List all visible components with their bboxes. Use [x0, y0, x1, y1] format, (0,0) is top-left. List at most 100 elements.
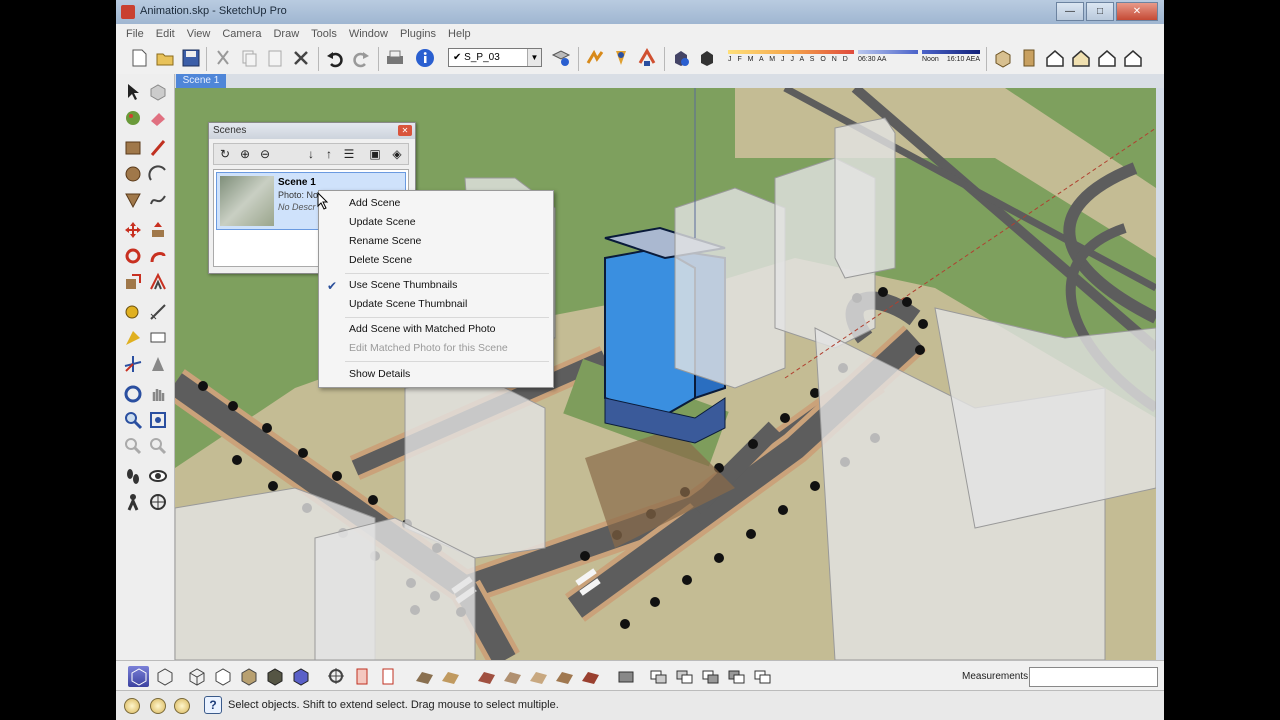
menu-camera[interactable]: Camera — [216, 28, 267, 40]
left-view-button[interactable] — [1096, 47, 1118, 69]
polygon-tool[interactable] — [123, 190, 143, 210]
follow-me-tool[interactable] — [148, 246, 168, 266]
menu-edit[interactable]: Edit — [150, 28, 181, 40]
shadow-tool-1[interactable] — [616, 666, 637, 687]
axes-tool[interactable] — [123, 354, 143, 374]
view-options-icon[interactable]: ☰ — [342, 147, 356, 161]
orbit-tool[interactable] — [123, 384, 143, 404]
circle-tool[interactable] — [123, 164, 143, 184]
layers-button[interactable] — [550, 47, 572, 69]
section-plane-tool[interactable] — [148, 492, 168, 512]
components-button[interactable] — [1018, 47, 1040, 69]
view-tool-2[interactable] — [674, 666, 695, 687]
copy-button[interactable] — [238, 47, 260, 69]
text-tool[interactable] — [148, 328, 168, 348]
zoom-extents-tool[interactable] — [148, 436, 168, 456]
save-button[interactable] — [180, 47, 202, 69]
section-fill-button[interactable] — [352, 666, 373, 687]
menu-window[interactable]: Window — [343, 28, 394, 40]
sandbox-tool-4[interactable] — [502, 666, 523, 687]
arc-tool[interactable] — [148, 164, 168, 184]
menu-draw[interactable]: Draw — [267, 28, 305, 40]
view-tool-3[interactable] — [700, 666, 721, 687]
make-component-tool[interactable] — [148, 82, 168, 102]
lock-icon[interactable]: ▣ — [368, 147, 382, 161]
menu-help[interactable]: Help — [442, 28, 477, 40]
right-view-button[interactable] — [1122, 47, 1144, 69]
menu-plugins[interactable]: Plugins — [394, 28, 442, 40]
camera-tool-1-button[interactable] — [584, 47, 606, 69]
wireframe-button[interactable] — [186, 666, 207, 687]
3d-text-tool[interactable] — [148, 354, 168, 374]
menu-file[interactable]: File — [120, 28, 150, 40]
xray-style-button[interactable] — [128, 666, 149, 687]
pan-tool[interactable] — [148, 384, 168, 404]
line-tool[interactable] — [148, 138, 168, 158]
shadows-toggle-button[interactable] — [670, 47, 692, 69]
freehand-tool[interactable] — [148, 190, 168, 210]
rectangle-tool[interactable] — [123, 138, 143, 158]
geo-location-icon[interactable] — [124, 698, 140, 714]
shadow-month-slider[interactable]: J F M A M J J A S O N D — [728, 50, 854, 68]
tape-measure-tool[interactable] — [123, 302, 143, 322]
back-view-button[interactable] — [1070, 47, 1092, 69]
paint-bucket-tool[interactable] — [123, 108, 143, 128]
menu-item-add-scene[interactable]: Add Scene — [349, 197, 400, 209]
open-file-button[interactable] — [154, 47, 176, 69]
minimize-button[interactable]: — — [1056, 2, 1084, 21]
measurements-input[interactable] — [1029, 667, 1158, 687]
new-file-button[interactable] — [128, 47, 150, 69]
sandbox-tool-2[interactable] — [440, 666, 461, 687]
credits-icon[interactable] — [150, 698, 166, 714]
menu-item-update-scene-thumbnail[interactable]: Update Scene Thumbnail — [349, 298, 467, 310]
menu-item-use-scene-thumbnails[interactable]: Use Scene Thumbnails — [349, 279, 457, 291]
menu-tools[interactable]: Tools — [305, 28, 343, 40]
menu-item-delete-scene[interactable]: Delete Scene — [349, 254, 412, 266]
3d-viewport[interactable]: Scenes ✕ ↻ ⊕ ⊖ ↓ ↑ ☰ ▣ ◈ Scene 1 Photo: … — [175, 88, 1156, 660]
walk-tool[interactable] — [123, 466, 143, 486]
fog-toggle-button[interactable] — [696, 47, 718, 69]
move-tool[interactable] — [123, 220, 143, 240]
refresh-icon[interactable]: ↻ — [218, 147, 232, 161]
menu-item-show-details[interactable]: Show Details — [349, 368, 410, 380]
shadow-time-slider-afternoon[interactable]: Noon 16:10 AEA — [922, 50, 980, 68]
warehouse-button[interactable] — [992, 47, 1014, 69]
menu-item-rename-scene[interactable]: Rename Scene — [349, 235, 421, 247]
scene-layer-dropdown[interactable]: ✔ S_P_03 ▼ — [448, 48, 542, 67]
menu-item-add-scene-matched-photo[interactable]: Add Scene with Matched Photo — [349, 323, 496, 335]
add-scene-icon[interactable]: ⊕ — [238, 147, 252, 161]
front-view-button[interactable] — [1044, 47, 1066, 69]
sandbox-tool-3[interactable] — [476, 666, 497, 687]
camera-tool-3-button[interactable] — [636, 47, 658, 69]
undo-button[interactable] — [324, 47, 346, 69]
close-button[interactable]: ✕ — [1116, 2, 1158, 21]
remove-scene-icon[interactable]: ⊖ — [258, 147, 272, 161]
monochrome-button[interactable] — [290, 666, 311, 687]
back-edges-button[interactable] — [154, 666, 175, 687]
sandbox-tool-6[interactable] — [554, 666, 575, 687]
menu-view[interactable]: View — [181, 28, 217, 40]
zoom-window-tool[interactable] — [148, 410, 168, 430]
shadow-time-slider-morning[interactable]: 06:30 AA — [858, 50, 918, 68]
previous-view-tool[interactable] — [123, 436, 143, 456]
camera-tool-2-button[interactable] — [610, 47, 632, 69]
sandbox-tool-1[interactable] — [414, 666, 435, 687]
close-icon[interactable]: ✕ — [398, 125, 412, 136]
menu-item-update-scene[interactable]: Update Scene — [349, 216, 416, 228]
print-button[interactable] — [384, 47, 406, 69]
position-camera-tool[interactable] — [123, 492, 143, 512]
scene-tab[interactable]: Scene 1 — [176, 74, 226, 88]
rotate-tool[interactable] — [123, 246, 143, 266]
protractor-tool[interactable] — [123, 328, 143, 348]
section-display-button[interactable] — [378, 666, 399, 687]
shaded-textures-button[interactable] — [264, 666, 285, 687]
iso-view-button[interactable] — [326, 666, 347, 687]
sandbox-tool-5[interactable] — [528, 666, 549, 687]
maximize-button[interactable]: □ — [1086, 2, 1114, 21]
scale-tool[interactable] — [123, 272, 143, 292]
select-tool[interactable] — [123, 82, 143, 102]
zoom-tool[interactable] — [123, 410, 143, 430]
eraser-tool[interactable] — [148, 108, 168, 128]
view-tool-5[interactable] — [752, 666, 773, 687]
shaded-button[interactable] — [238, 666, 259, 687]
